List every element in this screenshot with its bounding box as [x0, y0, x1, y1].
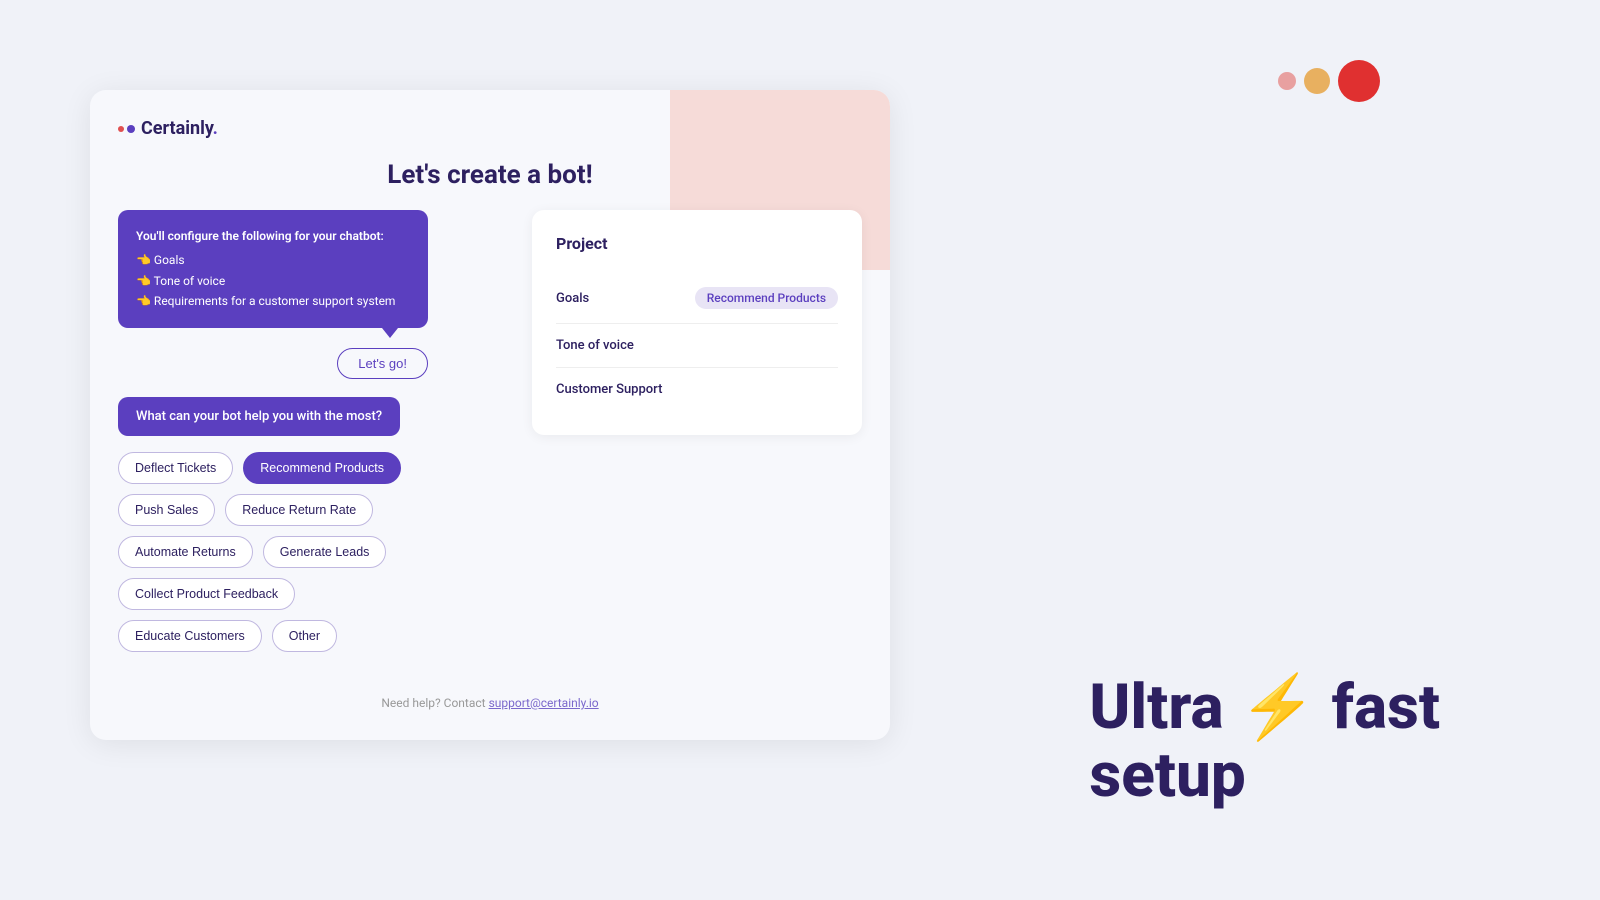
- option-automate-returns[interactable]: Automate Returns: [118, 536, 253, 568]
- circle-small: [1278, 72, 1296, 90]
- lets-go-button[interactable]: Let's go!: [337, 348, 428, 379]
- logo-dot-purple: [127, 125, 135, 133]
- project-row-tone: Tone of voice: [556, 324, 838, 368]
- option-generate-leads[interactable]: Generate Leads: [263, 536, 387, 568]
- option-collect-product-feedback[interactable]: Collect Product Feedback: [118, 578, 295, 610]
- question-box: What can your bot help you with the most…: [118, 397, 400, 436]
- info-box-intro: You'll configure the following for your …: [136, 226, 410, 246]
- project-panel: Project Goals Recommend Products Tone of…: [532, 210, 862, 435]
- info-box-item2: 👈 Tone of voice: [136, 271, 410, 291]
- options-grid: Deflect Tickets Recommend Products Push …: [118, 452, 428, 652]
- option-recommend-products[interactable]: Recommend Products: [243, 452, 401, 484]
- support-text: Need help? Contact support@certainly.io: [90, 696, 890, 710]
- bolt-icon: ⚡: [1239, 671, 1316, 744]
- info-box: You'll configure the following for your …: [118, 210, 428, 328]
- tagline-line2: setup: [1089, 742, 1440, 810]
- option-reduce-return-rate[interactable]: Reduce Return Rate: [225, 494, 373, 526]
- logo-dot-pink: [118, 126, 124, 132]
- option-push-sales[interactable]: Push Sales: [118, 494, 215, 526]
- info-box-item1: 👈 Goals: [136, 250, 410, 270]
- project-row-goals: Goals Recommend Products: [556, 273, 838, 324]
- project-value-goals: Recommend Products: [695, 287, 838, 309]
- option-educate-customers[interactable]: Educate Customers: [118, 620, 262, 652]
- logo-dots: [118, 125, 135, 133]
- option-deflect-tickets[interactable]: Deflect Tickets: [118, 452, 233, 484]
- circle-large: [1338, 60, 1380, 102]
- project-title: Project: [556, 234, 838, 253]
- tagline: Ultra ⚡ fast setup: [1089, 674, 1440, 810]
- logo-text: Certainly.: [141, 118, 218, 139]
- tagline-line1: Ultra ⚡ fast: [1089, 674, 1440, 742]
- page-title: Let's create a bot!: [90, 160, 890, 190]
- project-row-support: Customer Support: [556, 368, 838, 411]
- app-window: Certainly. Let's create a bot! You'll co…: [90, 90, 890, 740]
- project-label-tone: Tone of voice: [556, 338, 634, 353]
- support-link[interactable]: support@certainly.io: [489, 696, 599, 710]
- option-other[interactable]: Other: [272, 620, 337, 652]
- circle-medium: [1304, 68, 1330, 94]
- info-box-item3: 👈 Requirements for a customer support sy…: [136, 291, 410, 311]
- left-panel: You'll configure the following for your …: [118, 210, 428, 652]
- decorative-circles: [1278, 60, 1380, 102]
- logo: Certainly.: [118, 118, 218, 139]
- project-label-support: Customer Support: [556, 382, 662, 397]
- project-label-goals: Goals: [556, 291, 589, 306]
